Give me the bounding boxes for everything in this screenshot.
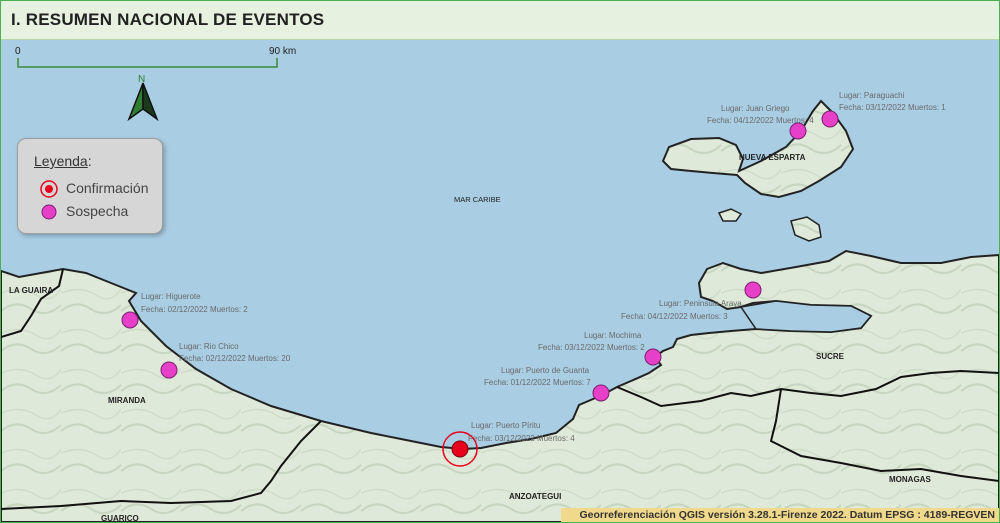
event-label-lugar: Lugar: Paraguachi — [839, 91, 905, 100]
event-label-lugar: Lugar: Higuerote — [141, 292, 201, 301]
suspected-marker[interactable] — [644, 348, 662, 366]
region-nueva-esparta: NUEVA ESPARTA — [739, 153, 806, 162]
event-label-detalle: Fecha: 03/12/2022 Muertos: 4 — [468, 434, 575, 443]
suspected-marker[interactable] — [789, 122, 807, 140]
footer-credit: Georreferenciación QGIS versión 3.28.1-F… — [561, 508, 999, 522]
svg-text:N: N — [138, 74, 145, 85]
region-sucre: SUCRE — [816, 352, 845, 361]
legend-item-sospecha: Sospecha — [40, 202, 128, 220]
suspected-marker[interactable] — [160, 361, 178, 379]
suspected-marker[interactable] — [821, 110, 839, 128]
event-label-lugar: Lugar: Juan Griego — [721, 104, 790, 113]
suspected-marker[interactable] — [744, 281, 762, 299]
suspected-marker[interactable] — [121, 311, 139, 329]
legend: Leyenda: Confirmación Sospecha — [17, 138, 163, 234]
region-la-guaira: LA GUAIRA — [9, 286, 53, 295]
confirmed-marker-icon — [40, 180, 58, 199]
event-label-detalle: Fecha: 01/12/2022 Muertos: 7 — [484, 378, 591, 387]
legend-item-confirmacion: Confirmación — [40, 179, 148, 199]
event-label-detalle: Fecha: 03/12/2022 Muertos: 1 — [839, 103, 946, 112]
region-anzoategui: ANZOATEGUI — [509, 492, 561, 501]
region-monagas: MONAGAS — [889, 475, 931, 484]
suspected-marker-icon — [41, 204, 57, 220]
map-canvas[interactable]: MAR CARIBE LA GUAIRA MIRANDA GUARICO ANZ… — [1, 40, 999, 522]
map-frame: I. RESUMEN NACIONAL DE EVENTOS MAR CARIB… — [0, 0, 1000, 523]
gulf-cariaco — [739, 300, 873, 333]
header-bar: I. RESUMEN NACIONAL DE EVENTOS — [1, 1, 999, 40]
event-label-lugar: Lugar: Puerto Píritu — [471, 421, 540, 430]
event-label-lugar: Lugar: Rio Chico — [179, 342, 239, 351]
event-label-detalle: Fecha: 02/12/2022 Muertos: 20 — [179, 354, 291, 363]
event-label-detalle: Fecha: 02/12/2022 Muertos: 2 — [141, 305, 248, 314]
event-label-detalle: Fecha: 03/12/2022 Muertos: 2 — [538, 343, 645, 352]
scale-bar — [17, 58, 278, 68]
scale-start-label: 0 — [15, 46, 21, 57]
footer-text: Georreferenciación QGIS versión 3.28.1-F… — [579, 509, 996, 521]
event-label-lugar: Lugar: Puerto de Guanta — [501, 366, 590, 375]
region-miranda: MIRANDA — [108, 396, 146, 405]
suspected-marker[interactable] — [592, 384, 610, 402]
event-label-lugar: Lugar: Peninsula Araya — [659, 299, 742, 308]
region-guarico: GUARICO — [101, 514, 139, 522]
event-label-lugar: Lugar: Mochima — [584, 331, 642, 340]
sea-label: MAR CARIBE — [454, 195, 501, 204]
legend-title: Leyenda: — [34, 153, 92, 169]
scale-end-label: 90 km — [269, 46, 297, 57]
event-label-detalle: Fecha: 04/12/2022 Muertos: 3 — [621, 312, 728, 321]
page-title: I. RESUMEN NACIONAL DE EVENTOS — [11, 10, 325, 29]
